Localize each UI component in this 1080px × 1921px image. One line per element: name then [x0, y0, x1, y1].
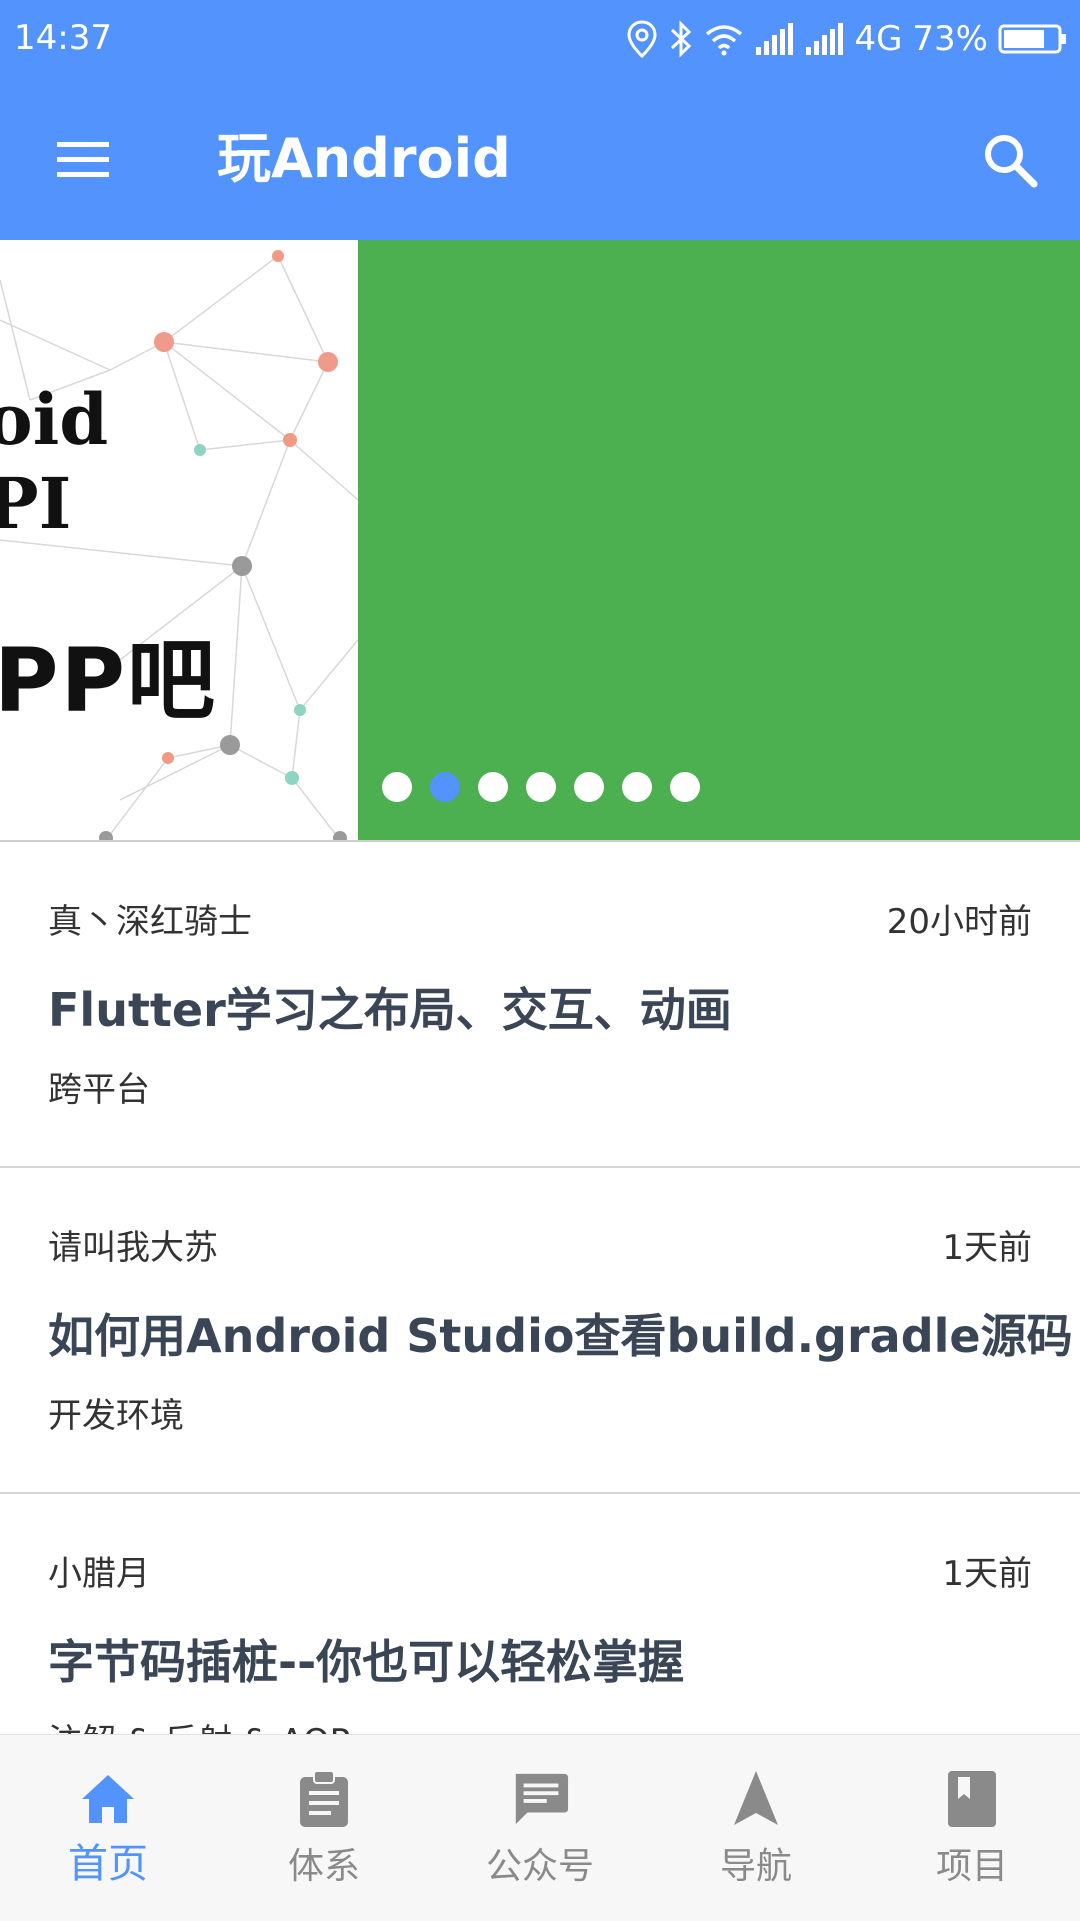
- home-icon: [78, 1769, 138, 1829]
- banner-slide-current[interactable]: [358, 240, 1080, 840]
- status-bar: 14:37 4G 73%: [0, 0, 1080, 80]
- search-button[interactable]: [970, 120, 1050, 200]
- nav-item-home[interactable]: 首页: [0, 1735, 216, 1921]
- menu-button[interactable]: [38, 120, 128, 200]
- article-title[interactable]: 字节码插桩--你也可以轻松掌握: [48, 1626, 684, 1692]
- nav-label: 首页: [68, 1841, 148, 1887]
- banner-dot[interactable]: [382, 772, 412, 802]
- article-author[interactable]: 真丶深红骑士: [48, 894, 252, 943]
- search-icon: [985, 135, 1038, 188]
- bluetooth-icon: [671, 20, 692, 58]
- nav-label: 导航: [719, 1846, 792, 1887]
- banner-dot[interactable]: [526, 772, 556, 802]
- network-type: 4G: [854, 19, 903, 59]
- status-icons: 4G 73%: [626, 14, 1068, 64]
- article-time: 1天前: [942, 1228, 1032, 1268]
- nav-label: 项目: [935, 1846, 1008, 1887]
- battery-icon: [998, 24, 1066, 54]
- battery-percent: 73%: [912, 19, 988, 59]
- article-author[interactable]: 小腊月: [48, 1546, 150, 1595]
- article-title[interactable]: 如何用Android Studio查看build.gradle源码: [48, 1300, 1073, 1366]
- banner-dot[interactable]: [478, 772, 508, 802]
- article-title[interactable]: Flutter学习之布局、交互、动画: [48, 974, 732, 1040]
- banner-text-line-3: PP吧: [0, 629, 217, 732]
- banner-dot[interactable]: [622, 772, 652, 802]
- status-time: 14:37: [14, 18, 112, 58]
- app-title: 玩Android: [217, 127, 511, 190]
- navigation-arrow-icon: [726, 1769, 786, 1829]
- banner-page-indicator: [382, 772, 700, 802]
- nav-label: 公众号: [485, 1846, 594, 1887]
- menu-icon: [57, 142, 109, 177]
- banner-dot-active[interactable]: [430, 772, 460, 802]
- article-time: 20小时前: [886, 902, 1032, 942]
- signal-4g-icon: [806, 23, 844, 55]
- article-item[interactable]: 请叫我大苏 1天前 如何用Android Studio查看build.gradl…: [0, 1168, 1080, 1494]
- message-icon: [510, 1769, 570, 1829]
- bottom-navigation: 首页 体系 公众号 导航 项目: [0, 1734, 1080, 1921]
- nav-item-projects[interactable]: 项目: [864, 1735, 1080, 1921]
- banner-text-line-2: PI: [0, 462, 72, 545]
- banner-carousel[interactable]: oid PI PP吧: [0, 240, 1080, 840]
- clipboard-icon: [294, 1769, 354, 1829]
- app-bar: 玩Android: [0, 80, 1080, 240]
- banner-text-line-1: oid: [0, 378, 109, 461]
- location-icon: [627, 20, 657, 58]
- nav-item-navigation[interactable]: 导航: [648, 1735, 864, 1921]
- nav-label: 体系: [287, 1846, 360, 1887]
- nav-item-system[interactable]: 体系: [216, 1735, 432, 1921]
- banner-slide-previous[interactable]: oid PI PP吧: [0, 240, 358, 840]
- article-category[interactable]: 开发环境: [48, 1388, 184, 1437]
- wifi-icon: [706, 25, 743, 56]
- banner-dot[interactable]: [670, 772, 700, 802]
- article-time: 1天前: [942, 1554, 1032, 1594]
- article-item[interactable]: 真丶深红骑士 20小时前 Flutter学习之布局、交互、动画 跨平台: [0, 842, 1080, 1168]
- bookmark-book-icon: [942, 1769, 1002, 1829]
- signal-icon: [756, 23, 794, 55]
- article-category[interactable]: 跨平台: [48, 1062, 150, 1111]
- article-author[interactable]: 请叫我大苏: [48, 1220, 218, 1269]
- banner-dot[interactable]: [574, 772, 604, 802]
- nav-item-official-accounts[interactable]: 公众号: [432, 1735, 648, 1921]
